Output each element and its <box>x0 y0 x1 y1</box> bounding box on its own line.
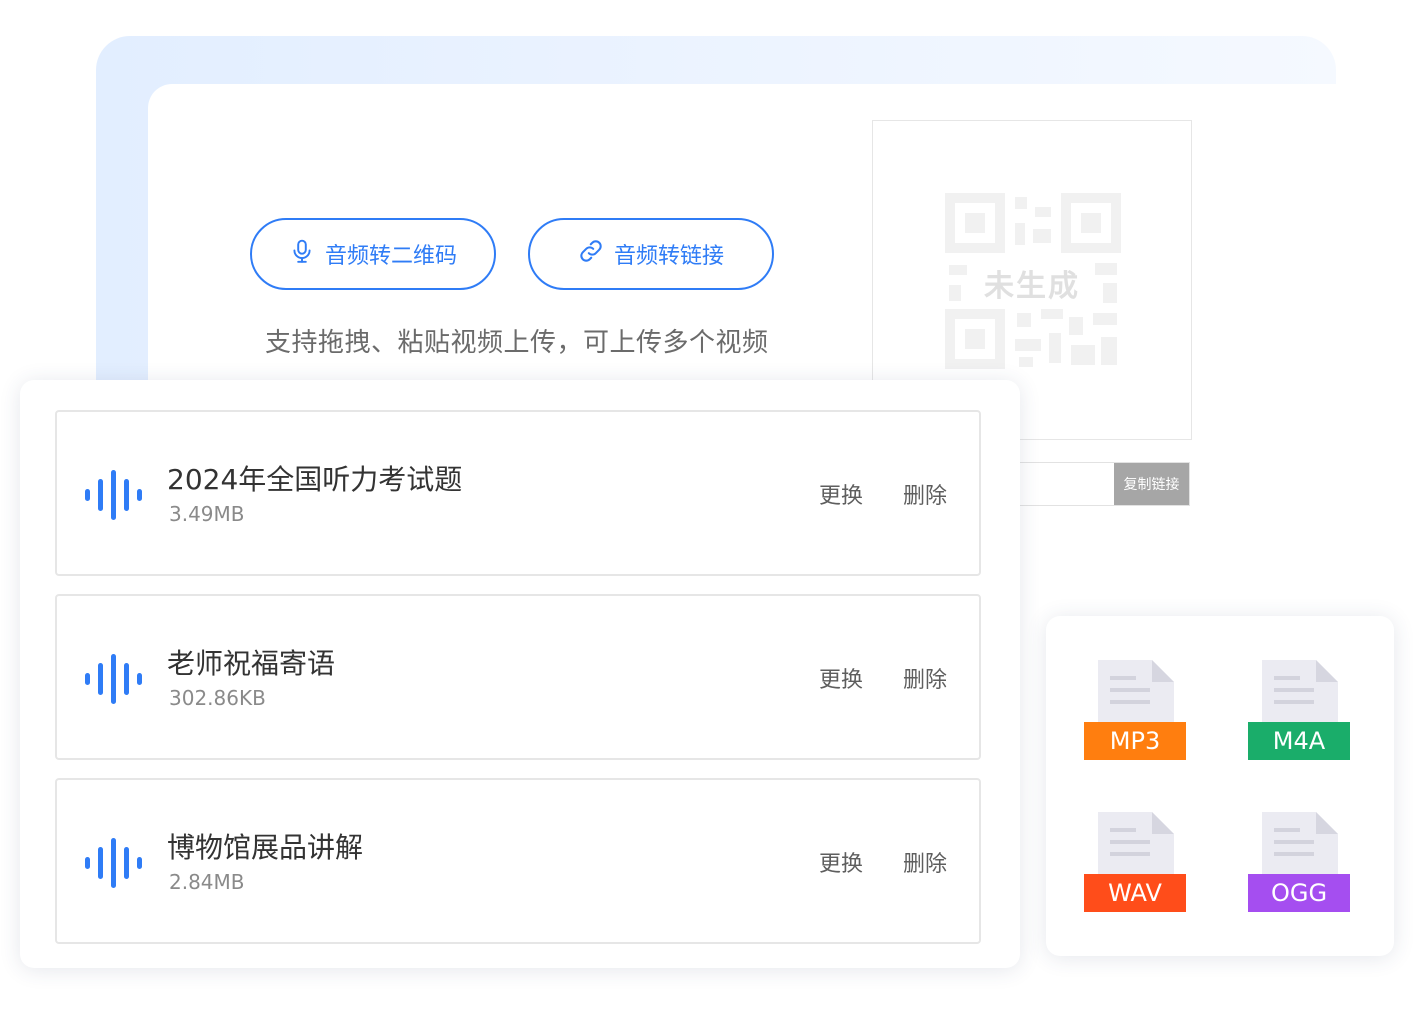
file-size: 3.49MB <box>169 502 245 526</box>
file-size: 2.84MB <box>169 870 245 894</box>
copy-link-button[interactable]: 复制链接 <box>1114 463 1189 505</box>
file-list-card: 2024年全国听力考试题 3.49MB 更换 删除 老师祝福寄语 302.86K… <box>20 380 1020 968</box>
format-tile-m4a: M4A <box>1248 660 1352 760</box>
delete-button[interactable]: 删除 <box>903 662 947 694</box>
file-name: 老师祝福寄语 <box>167 647 336 680</box>
delete-button[interactable]: 删除 <box>903 478 947 510</box>
format-badge: M4A <box>1248 722 1350 760</box>
delete-button[interactable]: 删除 <box>903 846 947 878</box>
audio-to-qr-button[interactable]: 音频转二维码 <box>250 218 496 290</box>
file-row: 博物馆展品讲解 2.84MB 更换 删除 <box>55 778 981 944</box>
supported-formats-card: MP3 M4A WAV OGG <box>1046 616 1394 956</box>
link-icon <box>578 238 604 270</box>
audio-wave-icon <box>85 654 142 704</box>
file-size: 302.86KB <box>169 686 266 710</box>
audio-to-link-button[interactable]: 音频转链接 <box>528 218 774 290</box>
audio-wave-icon <box>85 470 142 520</box>
file-row: 2024年全国听力考试题 3.49MB 更换 删除 <box>55 410 981 576</box>
upload-hint: 支持拖拽、粘贴视频上传，可上传多个视频 <box>265 328 769 358</box>
format-tile-mp3: MP3 <box>1084 660 1188 760</box>
file-name: 2024年全国听力考试题 <box>167 463 463 496</box>
replace-button[interactable]: 更换 <box>819 662 863 694</box>
format-tile-wav: WAV <box>1084 812 1188 912</box>
link-output-field[interactable]: 复制链接 <box>1000 462 1190 506</box>
audio-to-link-label: 音频转链接 <box>613 243 724 268</box>
audio-wave-icon <box>85 838 142 888</box>
replace-button[interactable]: 更换 <box>819 846 863 878</box>
format-badge: OGG <box>1248 874 1350 912</box>
format-badge: WAV <box>1084 874 1186 912</box>
qr-status-label: 未生成 <box>984 269 1080 304</box>
file-row: 老师祝福寄语 302.86KB 更换 删除 <box>55 594 981 760</box>
file-name: 博物馆展品讲解 <box>167 831 364 864</box>
format-badge: MP3 <box>1084 722 1186 760</box>
audio-to-qr-label: 音频转二维码 <box>324 243 457 268</box>
format-tile-ogg: OGG <box>1248 812 1352 912</box>
replace-button[interactable]: 更换 <box>819 478 863 510</box>
microphone-icon <box>289 238 315 270</box>
